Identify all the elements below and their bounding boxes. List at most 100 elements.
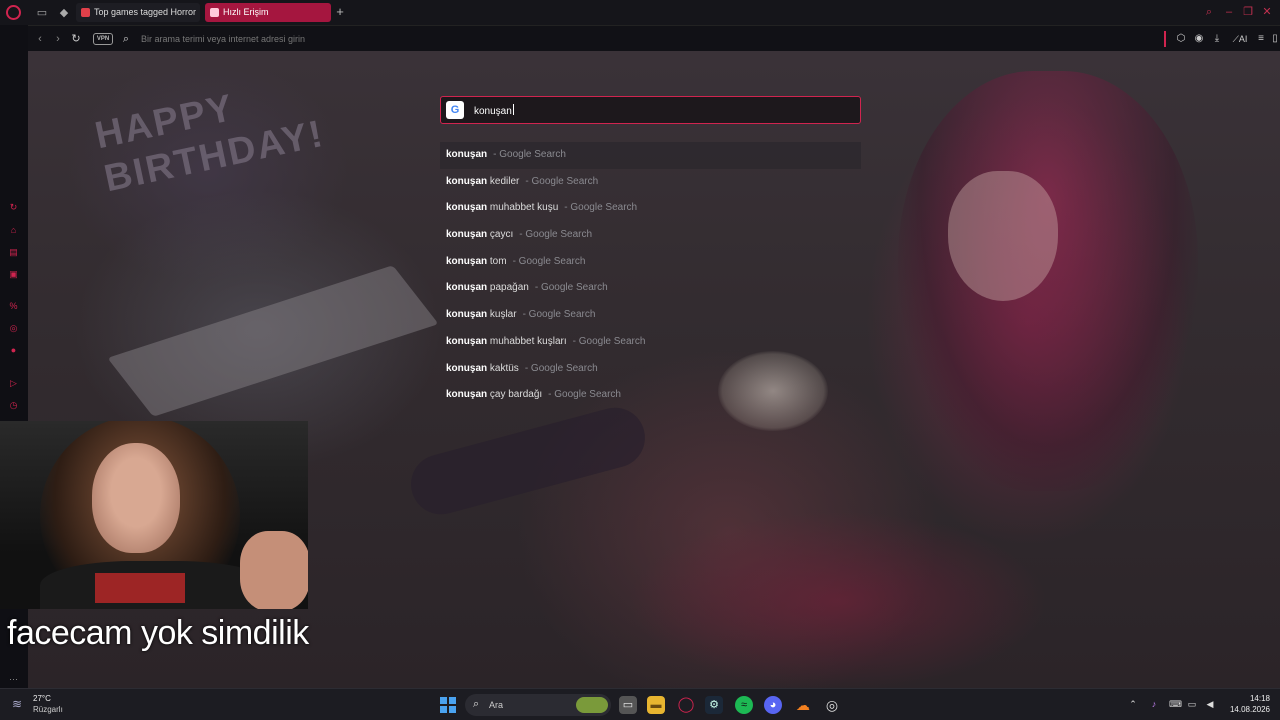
suggestion-item[interactable]: konuşan - Google Search — [440, 142, 861, 169]
opera-logo-icon[interactable] — [6, 5, 21, 20]
clock-date[interactable]: 14.08.2026 — [1222, 705, 1270, 715]
suggestion-bold: konuşan — [446, 202, 488, 214]
obs-icon[interactable]: ◎ — [823, 696, 841, 714]
vpn-badge[interactable]: VPN — [93, 33, 113, 45]
speed-dial-favicon-icon — [210, 8, 219, 17]
discord-icon[interactable]: ◕ — [764, 696, 782, 714]
tab-hizli-erisim[interactable]: Hızlı Erişim — [205, 3, 331, 22]
suggestion-bold: konuşan — [446, 175, 488, 187]
tab-label: Hızlı Erişim — [223, 7, 269, 17]
wallpaper-character-face — [948, 171, 1058, 301]
suggestion-item[interactable]: konuşan kediler - Google Search — [440, 169, 861, 196]
steam-icon[interactable]: ⚙ — [705, 696, 723, 714]
whatsapp-icon[interactable]: ◎ — [7, 322, 20, 335]
messenger-icon[interactable]: ▤ — [7, 246, 20, 259]
suggestion-source: - Google Search — [525, 175, 599, 187]
player-icon[interactable]: ▷ — [7, 377, 20, 390]
suggestion-item[interactable]: konuşan papağan - Google Search — [440, 275, 861, 302]
aria-ai-button[interactable]: ⟋AI — [1228, 32, 1252, 46]
pinboard-icon[interactable]: % — [7, 300, 20, 313]
sidebar-toggle-icon[interactable]: ▯ — [1268, 32, 1280, 46]
easy-setup-icon[interactable]: ◉ — [1192, 32, 1206, 46]
accent-divider — [1164, 31, 1166, 47]
suggestion-rest: çay bardağı — [487, 389, 543, 401]
suggestion-rest: papağan — [487, 282, 529, 294]
minimize-icon[interactable]: – — [1223, 5, 1235, 19]
start-button[interactable] — [440, 697, 456, 713]
suggestion-bold: konuşan — [446, 335, 488, 347]
suggestion-bold: konuşan — [446, 282, 488, 294]
text-caret — [512, 104, 514, 115]
address-bar: ‹ › ↻ VPN ⌕ Bir arama terimi veya intern… — [28, 25, 1280, 51]
downloads-icon[interactable]: ⤓ — [1210, 32, 1224, 46]
ai-label: AI — [1238, 34, 1248, 44]
spotify-icon[interactable]: ≈ — [735, 696, 753, 714]
forward-icon[interactable]: › — [51, 32, 65, 46]
display-icon[interactable]: ▭ — [1186, 698, 1198, 710]
suggestion-item[interactable]: konuşan kaktüs - Google Search — [440, 356, 861, 383]
suggestion-item[interactable]: konuşan muhabbet kuşları - Google Search — [440, 329, 861, 356]
suggestion-rest: çaycı — [487, 229, 514, 241]
search-query-text: konuşan — [474, 106, 512, 117]
suggestion-item[interactable]: konuşan tom - Google Search — [440, 249, 861, 276]
volume-icon[interactable]: ◀ — [1204, 698, 1216, 710]
keyboard-icon[interactable]: ⌨ — [1169, 698, 1182, 710]
windows-taskbar: ≋ 27°C Rüzgarlı ⌕ Ara ▭ ▬ ◯ ⚙ ≈ ◕ ☁ ◎ ⌃ … — [0, 688, 1280, 720]
shopping-icon[interactable]: ⌂ — [7, 224, 20, 237]
suggestion-rest: muhabbet kuşu — [487, 202, 559, 214]
weather-wind-icon[interactable]: ≋ — [12, 697, 28, 711]
suggestion-source: - Google Search — [548, 389, 621, 401]
microphone-icon[interactable]: ♪ — [1148, 698, 1160, 710]
aria-icon[interactable]: ↻ — [7, 201, 20, 214]
file-explorer-icon[interactable]: ▬ — [647, 696, 665, 714]
suggestion-bold: konuşan — [446, 149, 488, 160]
search-tabs-icon[interactable]: ⌕ — [1203, 5, 1215, 19]
history-icon[interactable]: ◷ — [7, 399, 20, 412]
address-input[interactable]: Bir arama terimi veya internet adresi gi… — [141, 32, 305, 46]
reload-icon[interactable]: ↻ — [69, 32, 83, 46]
suggestion-bold: konuşan — [446, 229, 488, 241]
more-icon[interactable]: ⋯ — [7, 673, 20, 686]
suggestion-item[interactable]: konuşan çaycı - Google Search — [440, 222, 861, 249]
task-view-icon[interactable]: ▭ — [619, 696, 637, 714]
birthday-sign: HAPPY BIRTHDAY! — [91, 69, 328, 202]
wallpaper-character — [898, 71, 1198, 491]
tab-label: Top games tagged Horror — [94, 7, 197, 17]
suggestion-rest: tom — [487, 255, 507, 267]
suggestion-bold: konuşan — [446, 362, 488, 374]
suggestion-source: - Google Search — [572, 335, 646, 347]
suggestion-item[interactable]: konuşan çay bardağı - Google Search — [440, 382, 861, 409]
maximize-icon[interactable]: ❐ — [1242, 5, 1254, 19]
search-suggestions: konuşan - Google Search konuşan kediler - … — [440, 142, 861, 409]
clock-time[interactable]: 14:18 — [1230, 694, 1270, 704]
workspaces-icon[interactable]: ▭ — [35, 6, 49, 20]
search-query[interactable]: konuşan — [474, 104, 514, 118]
new-tab-button[interactable]: + — [334, 5, 346, 18]
suggestion-bold: konuşan — [446, 255, 488, 267]
opera-gx-icon[interactable]: ◯ — [677, 696, 695, 714]
extensions-icon[interactable]: ⬡ — [1174, 32, 1188, 46]
youtube-icon[interactable]: ● — [7, 344, 20, 357]
suggestion-source: - Google Search — [564, 202, 638, 214]
tab-top-games[interactable]: Top games tagged Horror — [76, 3, 200, 22]
weather-temperature[interactable]: 27°C — [33, 694, 51, 704]
tab-bar: ▭ ◆ Top games tagged Horror Hızlı Erişim… — [0, 0, 1280, 25]
search-highlight-thumb — [576, 697, 608, 713]
suggestion-item[interactable]: konuşan kuşlar - Google Search — [440, 302, 861, 329]
facecam-shirt-logo — [95, 573, 185, 603]
tab-search-icon[interactable]: ◆ — [57, 6, 71, 20]
close-icon[interactable]: ✕ — [1261, 5, 1273, 19]
weather-description[interactable]: Rüzgarlı — [33, 705, 63, 715]
wallpaper-keyboard — [107, 265, 439, 417]
taskbar-search[interactable]: ⌕ Ara — [465, 694, 611, 716]
music-player-icon[interactable]: ▣ — [7, 268, 20, 281]
suggestion-item[interactable]: konuşan muhabbet kuşu - Google Search — [440, 195, 861, 222]
back-icon[interactable]: ‹ — [33, 32, 47, 46]
suggestion-source: - Google Search — [512, 255, 586, 267]
tray-overflow-icon[interactable]: ⌃ — [1127, 698, 1139, 710]
speed-dial-search-input[interactable]: G konuşan — [440, 96, 861, 124]
menu-icon[interactable]: ≡ — [1254, 32, 1268, 46]
suggestion-bold: konuşan — [446, 389, 488, 401]
cloudflare-icon[interactable]: ☁ — [794, 696, 812, 714]
google-icon[interactable]: G — [446, 101, 464, 119]
